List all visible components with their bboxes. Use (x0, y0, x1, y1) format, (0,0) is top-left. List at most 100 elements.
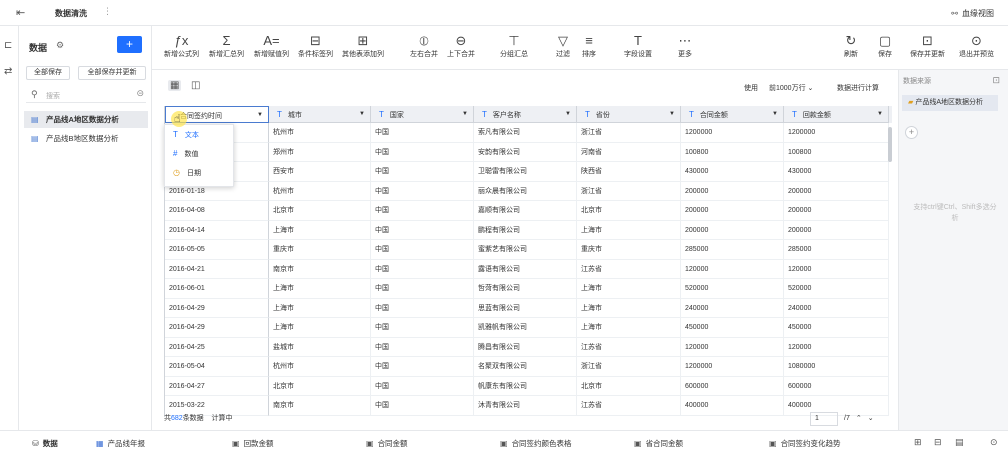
group-summary-button[interactable]: ⊤ 分组汇总 (500, 32, 528, 59)
table-cell[interactable]: 2016-04-14 (165, 220, 269, 240)
more-button[interactable]: ⋯ 更多 (678, 32, 692, 59)
vertical-scrollbar[interactable] (888, 127, 892, 162)
table-cell[interactable]: 240000 (681, 298, 784, 318)
table-cell[interactable]: 露语有限公司 (474, 259, 577, 279)
edit-icon[interactable]: ⊡ (992, 75, 1000, 86)
source-item[interactable]: ▰ 产品线A地区数据分析 (902, 95, 998, 111)
table-cell[interactable]: 江苏省 (577, 396, 681, 416)
layout-view-icon[interactable]: ◫ (191, 80, 200, 91)
save-button[interactable]: ▢ 保存 (878, 32, 892, 59)
table-cell[interactable]: 浙江省 (577, 123, 681, 143)
table-cell[interactable]: 丽众晨有限公司 (474, 181, 577, 201)
table-cell[interactable]: 郑州市 (269, 142, 371, 162)
caret-down-icon[interactable]: ▼ (565, 106, 571, 123)
column-header[interactable]: T 客户名称 ▼ (474, 106, 577, 123)
table-cell[interactable]: 北京市 (577, 376, 681, 396)
table-cell[interactable]: 南京市 (269, 259, 371, 279)
table-cell[interactable]: 盐城市 (269, 337, 371, 357)
table-cell[interactable]: 北京市 (269, 201, 371, 221)
collapse-icon[interactable]: ⊙ (990, 437, 998, 448)
table-cell[interactable]: 600000 (681, 376, 784, 396)
table-cell[interactable]: 上海市 (269, 298, 371, 318)
table-cell[interactable]: 浙江省 (577, 357, 681, 377)
caret-down-icon[interactable]: ▼ (359, 106, 365, 123)
table-cell[interactable]: 凯雅帆有限公司 (474, 318, 577, 338)
tab-data[interactable]: ⛁ 数据 (32, 438, 58, 449)
table-cell[interactable]: 200000 (784, 220, 889, 240)
table-cell[interactable]: 中国 (371, 162, 474, 182)
table-cell[interactable]: 中国 (371, 396, 474, 416)
table-cell[interactable]: 200000 (681, 201, 784, 221)
caret-down-icon[interactable]: ▼ (877, 106, 883, 123)
column-header[interactable]: T 国家 ▼ (371, 106, 474, 123)
table-cell[interactable]: 上海市 (577, 298, 681, 318)
table-cell[interactable]: 600000 (784, 376, 889, 396)
settings-icon[interactable]: ⚙ (56, 40, 64, 51)
grid-view-icon[interactable]: ▦ (168, 80, 182, 91)
table-cell[interactable]: 285000 (784, 240, 889, 260)
table-cell[interactable]: 上海市 (269, 220, 371, 240)
table-cell[interactable]: 430000 (681, 162, 784, 182)
search-box[interactable]: ⚲ 搜索 ⊝ (26, 88, 146, 103)
table-cell[interactable]: 南京市 (269, 396, 371, 416)
page-up-icon[interactable]: ⌃ (856, 415, 862, 422)
table-cell[interactable]: 2016-05-04 (165, 357, 269, 377)
table-cell[interactable]: 腾昌有限公司 (474, 337, 577, 357)
save-all-update-button[interactable]: 全部保存并更新 (78, 66, 146, 80)
tab-chart[interactable]: ▣ 回款金额 (232, 438, 274, 449)
table-cell[interactable]: 浙江省 (577, 181, 681, 201)
options-icon[interactable]: ⊝ (136, 88, 144, 99)
field-settings-button[interactable]: T 字段设置 (624, 32, 652, 59)
tab-chart[interactable]: ▣ 合同签约变化趋势 (769, 438, 841, 449)
caret-down-icon[interactable]: ▼ (669, 106, 675, 123)
tab-chart[interactable]: ▣ 合同签约颜色表格 (500, 438, 572, 449)
table-cell[interactable]: 鹏程有限公司 (474, 220, 577, 240)
table-cell[interactable]: 中国 (371, 357, 474, 377)
caret-down-icon[interactable]: ▼ (772, 106, 778, 123)
table-cell[interactable]: 名聚双有限公司 (474, 357, 577, 377)
sort-button[interactable]: ≡ 排序 (582, 32, 596, 59)
refresh-button[interactable]: ↻ 刷新 (844, 32, 858, 59)
table-cell[interactable]: 北京市 (577, 201, 681, 221)
table-cell[interactable]: 中国 (371, 201, 474, 221)
add-table-icon[interactable]: ▤ (955, 437, 964, 448)
dataset-item[interactable]: ▤ 产品线B地区数据分析 (24, 130, 148, 147)
page-down-icon[interactable]: ⌄ (868, 415, 874, 422)
table-cell[interactable]: 120000 (784, 337, 889, 357)
table-cell[interactable]: 杭州市 (269, 181, 371, 201)
table-cell[interactable]: 200000 (784, 181, 889, 201)
more-vertical-icon[interactable]: ⋮ (103, 6, 112, 17)
table-cell[interactable]: 2016-04-21 (165, 259, 269, 279)
table-cell[interactable]: 上海市 (577, 220, 681, 240)
table-cell[interactable]: 1200000 (681, 357, 784, 377)
table-cell[interactable]: 520000 (784, 279, 889, 299)
table-cell[interactable]: 100800 (681, 142, 784, 162)
menu-item-date[interactable]: ◷ 日期 (165, 163, 233, 182)
table-cell[interactable]: 中国 (371, 259, 474, 279)
table-cell[interactable]: 120000 (681, 259, 784, 279)
table-cell[interactable]: 上海市 (577, 318, 681, 338)
table-cell[interactable]: 2016-05-05 (165, 240, 269, 260)
table-cell[interactable]: 杭州市 (269, 123, 371, 143)
table-cell[interactable]: 450000 (784, 318, 889, 338)
column-header[interactable]: T 省份 ▼ (577, 106, 681, 123)
table-cell[interactable]: 2016-04-29 (165, 298, 269, 318)
add-assign-column-button[interactable]: A= 新增赋值列 (254, 32, 289, 59)
table-cell[interactable]: 中国 (371, 240, 474, 260)
conditional-tag-column-button[interactable]: ⊟ 条件标签列 (298, 32, 333, 59)
table-cell[interactable]: 北京市 (269, 376, 371, 396)
table-cell[interactable]: 1200000 (681, 123, 784, 143)
table-cell[interactable]: 285000 (681, 240, 784, 260)
transform-icon[interactable]: ⇄ (4, 66, 12, 77)
table-cell[interactable]: 120000 (784, 259, 889, 279)
table-cell[interactable]: 中国 (371, 376, 474, 396)
table-cell[interactable]: 嘉顺有限公司 (474, 201, 577, 221)
add-report-icon[interactable]: ⊞ (914, 437, 922, 448)
table-cell[interactable]: 100800 (784, 142, 889, 162)
table-cell[interactable]: 沐青有限公司 (474, 396, 577, 416)
merge-horizontal-button[interactable]: ⦶ 左右合并 (410, 32, 438, 59)
table-cell[interactable]: 中国 (371, 279, 474, 299)
table-cell[interactable]: 中国 (371, 318, 474, 338)
table-cell[interactable]: 索凡有限公司 (474, 123, 577, 143)
dataset-item[interactable]: ▤ 产品线A地区数据分析 (24, 111, 148, 128)
